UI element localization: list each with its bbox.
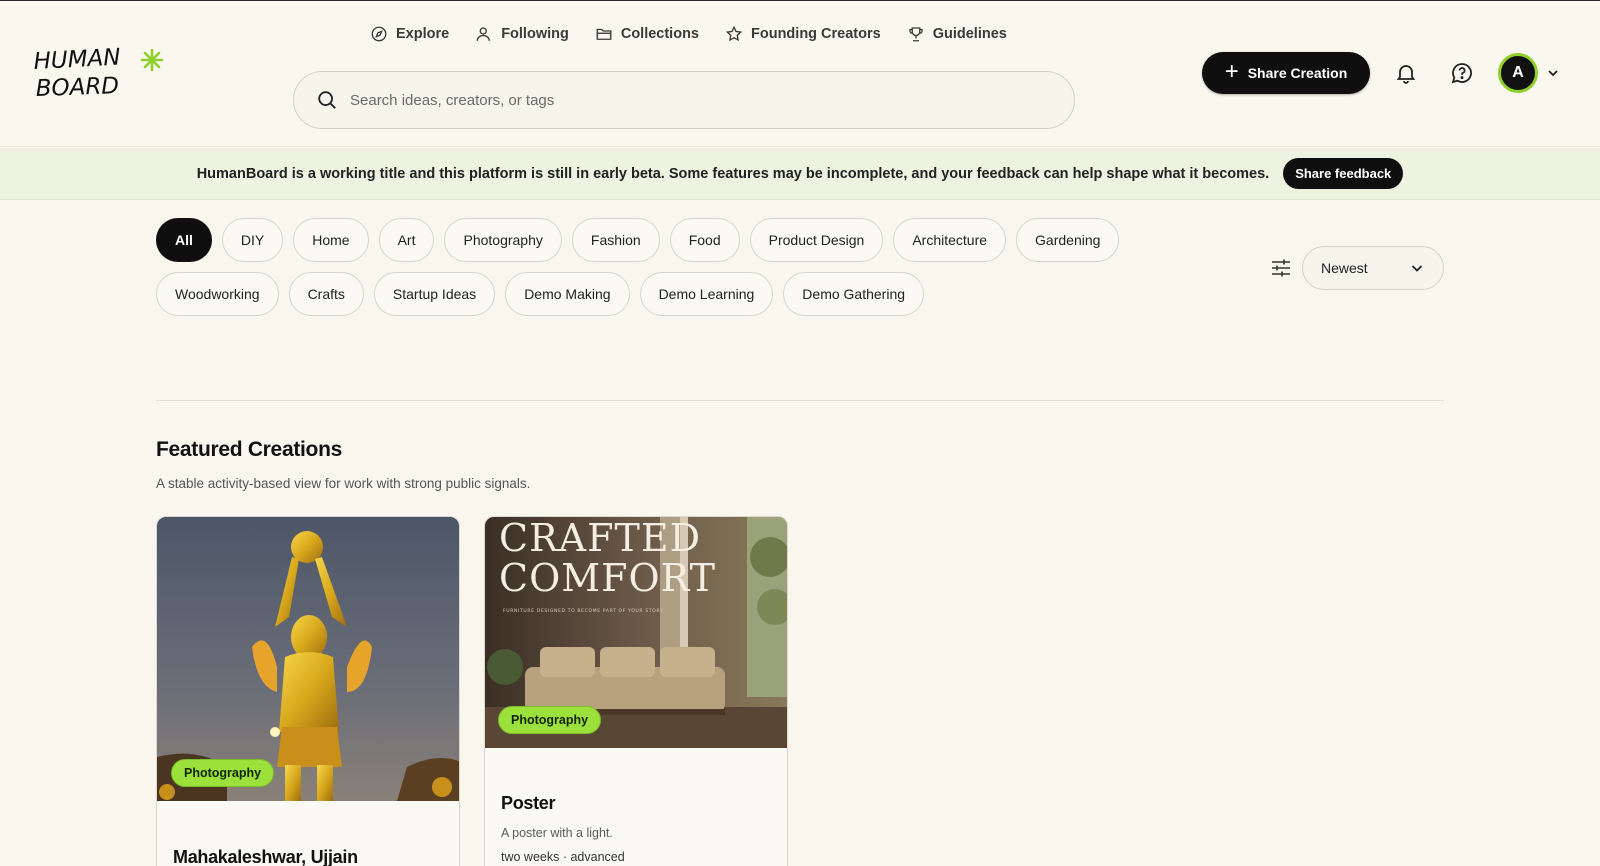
creation-card[interactable]: CRAFTED COMFORT FURNITURE DESIGNED TO BE… [484, 516, 788, 866]
main-nav: Explore Following Collections Founding C… [370, 25, 1007, 43]
category-chip-gardening[interactable]: Gardening [1016, 218, 1120, 262]
help-button[interactable] [1448, 59, 1476, 87]
category-chip-startup-ideas[interactable]: Startup Ideas [373, 272, 496, 316]
svg-text:HUMAN: HUMAN [33, 45, 121, 75]
search-input[interactable] [350, 91, 1030, 109]
nav-collections-label: Collections [620, 26, 699, 42]
compass-icon [371, 26, 387, 42]
nav-following-label: Following [501, 26, 569, 42]
card-meta: two weeks · advanced [501, 850, 625, 864]
nav-explore-label: Explore [396, 26, 450, 42]
svg-text:CRAFTED: CRAFTED [499, 517, 701, 560]
humanboard-logo[interactable]: HUMAN BOARD [32, 44, 172, 102]
card-title[interactable]: Poster [501, 793, 556, 814]
category-chip-diy[interactable]: DIY [221, 218, 284, 262]
category-chip-fashion[interactable]: Fashion [571, 218, 660, 262]
search-bar[interactable] [293, 71, 1075, 129]
category-chip-photography[interactable]: Photography [444, 218, 562, 262]
user-avatar[interactable]: A [1498, 53, 1538, 93]
section-divider [156, 400, 1444, 401]
category-chip-demo-gathering[interactable]: Demo Gathering [783, 272, 925, 316]
chevron-down-icon [1411, 265, 1423, 272]
nav-founding-creators[interactable]: Founding Creators [725, 25, 881, 43]
nav-guidelines-label: Guidelines [932, 26, 1007, 42]
star-icon [725, 25, 743, 42]
category-chip-demo-learning[interactable]: Demo Learning [639, 272, 774, 316]
nav-explore[interactable]: Explore [370, 25, 449, 43]
trophy-icon [909, 27, 923, 42]
chevron-down-icon[interactable] [1545, 65, 1561, 81]
card-description: A poster with a light. [501, 826, 613, 840]
beta-banner: HumanBoard is a working title and this p… [0, 148, 1600, 200]
card-title[interactable]: Mahakaleshwar, Ujjain [173, 847, 358, 866]
svg-text:BOARD: BOARD [35, 73, 119, 101]
share-creation-button[interactable]: + Share Creation [1202, 52, 1370, 94]
site-header: HUMAN BOARD Explore Following Collection… [0, 1, 1600, 147]
creation-card[interactable]: Photography Mahakaleshwar, Ujjain [156, 516, 460, 866]
featured-section-subtitle: A stable activity-based view for work wi… [156, 476, 531, 491]
users-icon [476, 27, 491, 41]
plus-icon: + [1224, 57, 1239, 85]
category-chip-demo-making[interactable]: Demo Making [505, 272, 630, 316]
avatar-initial: A [1512, 64, 1524, 81]
share-creation-label: Share Creation [1247, 65, 1348, 81]
nav-following[interactable]: Following [475, 25, 569, 43]
category-chip-architecture[interactable]: Architecture [893, 218, 1007, 262]
nav-collections[interactable]: Collections [595, 25, 699, 43]
folder-icon [596, 28, 612, 40]
category-chip-food[interactable]: Food [669, 218, 740, 262]
category-chip-woodworking[interactable]: Woodworking [156, 272, 279, 316]
category-chip-home[interactable]: Home [293, 218, 369, 262]
sort-select[interactable]: Newest [1302, 246, 1444, 290]
beta-banner-text: HumanBoard is a working title and this p… [196, 165, 1270, 182]
card-category-tag[interactable]: Photography [171, 759, 275, 787]
svg-text:FURNITURE DESIGNED TO BECOME P: FURNITURE DESIGNED TO BECOME PART OF YOU… [503, 608, 663, 614]
featured-section-title: Featured Creations [156, 438, 342, 461]
search-icon [318, 91, 336, 109]
category-filter: All DIY Home Art Photography Fashion Foo… [156, 218, 1136, 316]
nav-founding-creators-label: Founding Creators [751, 26, 881, 42]
category-chip-crafts[interactable]: Crafts [288, 272, 364, 316]
category-chip-art[interactable]: Art [378, 218, 435, 262]
category-chip-all[interactable]: All [156, 218, 212, 262]
sort-selected-value: Newest [1321, 260, 1368, 276]
nav-guidelines[interactable]: Guidelines [907, 25, 1007, 43]
share-feedback-button[interactable]: Share feedback [1283, 158, 1404, 189]
notifications-button[interactable] [1392, 59, 1420, 87]
help-chat-icon [1451, 63, 1472, 84]
logo-wordmark: HUMAN BOARD [33, 44, 164, 102]
svg-text:COMFORT: COMFORT [499, 556, 716, 600]
category-chip-product-design[interactable]: Product Design [749, 218, 884, 262]
sliders-icon[interactable] [1269, 256, 1293, 280]
card-category-tag[interactable]: Photography [498, 706, 602, 734]
bell-icon [1396, 65, 1416, 84]
